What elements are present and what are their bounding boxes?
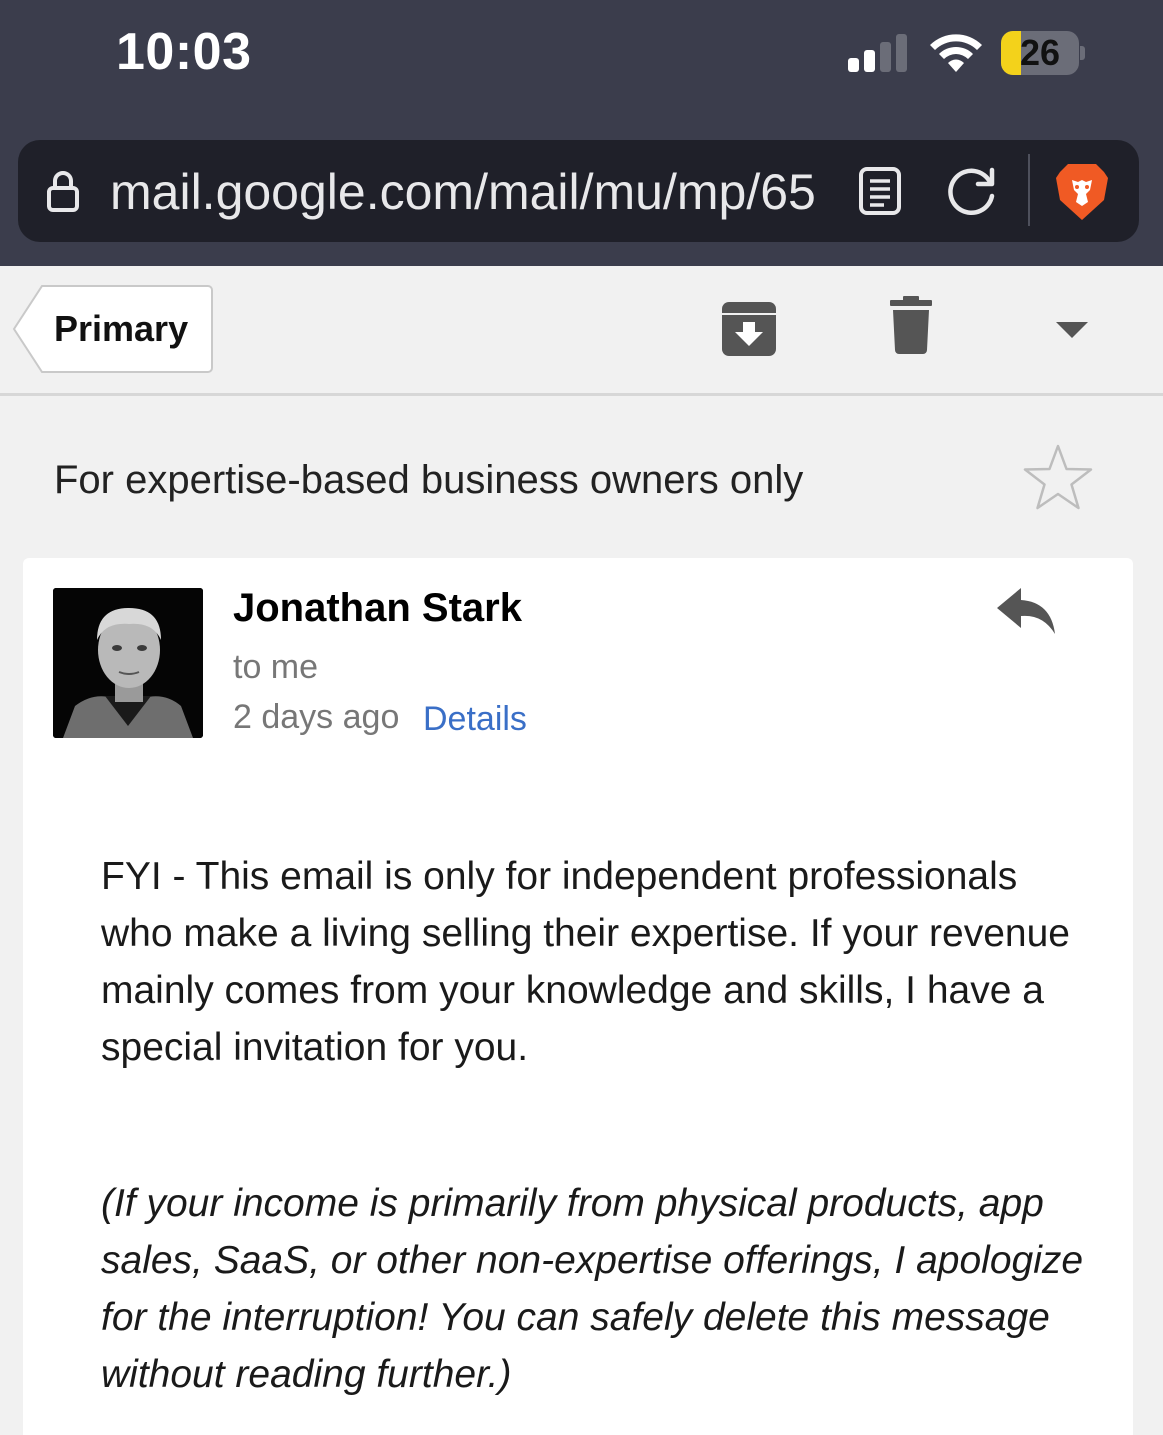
email-body-paragraph-italic: (If your income is primarily from physic…	[101, 1182, 1084, 1396]
back-to-primary-button[interactable]: Primary	[12, 284, 214, 374]
reader-mode-icon[interactable]	[858, 166, 902, 216]
details-link[interactable]: Details	[423, 700, 527, 739]
status-bar: 10:03 26 mail.google.com/mail/mu/mp/65	[0, 0, 1163, 266]
trash-icon[interactable]	[888, 296, 934, 354]
email-body-paragraph: FYI - This email is only for independent…	[101, 855, 1070, 1069]
avatar-portrait	[53, 588, 203, 738]
url-bar-divider	[1028, 154, 1030, 226]
reload-icon[interactable]	[944, 164, 1000, 218]
back-button-label: Primary	[54, 308, 189, 349]
url-bar[interactable]: mail.google.com/mail/mu/mp/65	[18, 140, 1139, 242]
dropdown-arrow-icon[interactable]	[1052, 318, 1092, 342]
mail-toolbar: Primary	[0, 266, 1163, 396]
url-text[interactable]: mail.google.com/mail/mu/mp/65	[110, 162, 822, 222]
email-card: Jonathan Stark to me 2 days ago Details …	[23, 558, 1133, 1435]
battery-indicator: 26	[1001, 31, 1079, 75]
email-date: 2 days ago	[233, 698, 400, 736]
wifi-icon	[930, 34, 982, 72]
brave-shield-icon[interactable]	[1054, 160, 1110, 222]
sender-avatar	[53, 588, 203, 738]
star-icon[interactable]	[1022, 442, 1094, 512]
reply-icon[interactable]	[995, 584, 1057, 636]
archive-icon[interactable]	[720, 300, 778, 358]
battery-level: 26	[1019, 32, 1061, 73]
sender-name: Jonathan Stark	[233, 586, 522, 630]
battery-tip	[1080, 46, 1085, 60]
status-time: 10:03	[116, 23, 252, 81]
recipient-line: to me	[233, 648, 319, 686]
lock-icon	[47, 171, 79, 212]
cellular-signal-icon	[848, 34, 910, 72]
email-subject: For expertise-based business owners only	[54, 458, 804, 502]
